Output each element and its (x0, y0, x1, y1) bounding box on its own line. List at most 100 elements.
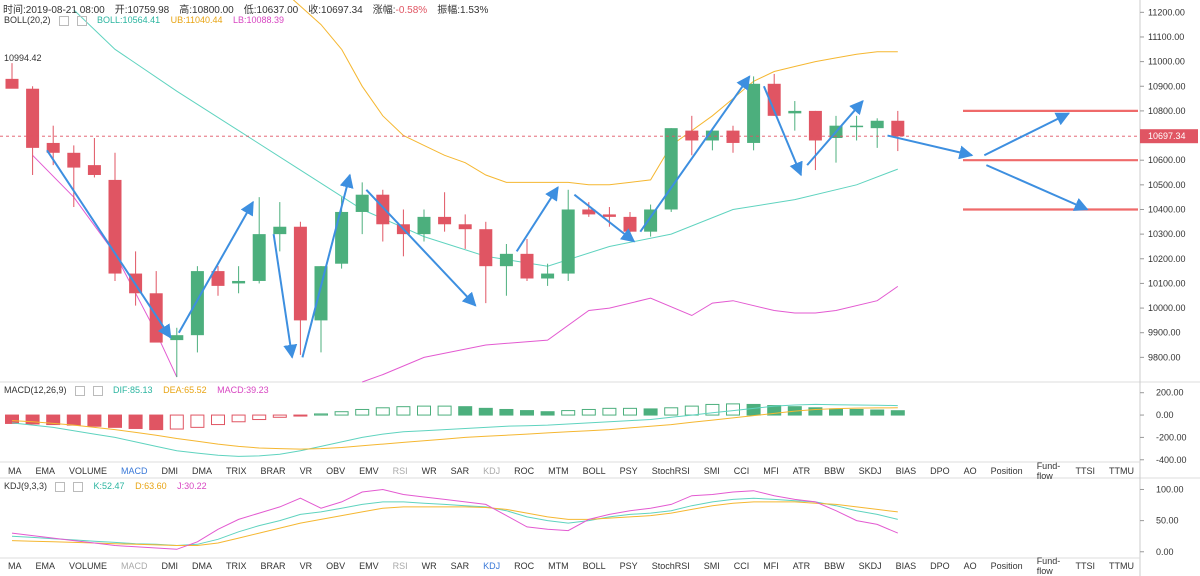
indicator-tab-ma[interactable]: MA (8, 466, 22, 476)
indicator-tab-stochrsi[interactable]: StochRSI (652, 466, 690, 476)
kdj-d-value: D:63.60 (135, 481, 167, 491)
indicator-tab-roc[interactable]: ROC (514, 561, 534, 571)
indicator-tab-macd[interactable]: MACD (121, 466, 148, 476)
trend-arrow (985, 164, 1089, 211)
indicator-tab-emv[interactable]: EMV (359, 466, 379, 476)
indicator-tab-wr[interactable]: WR (422, 561, 437, 571)
indicator-tab-rsi[interactable]: RSI (393, 466, 408, 476)
macd-tick-label: 200.00 (1156, 388, 1184, 398)
indicator-tab-fund-flow[interactable]: Fund-flow (1037, 556, 1062, 576)
indicator-tab-position[interactable]: Position (991, 466, 1023, 476)
indicator-tab-atr[interactable]: ATR (793, 561, 810, 571)
indicator-tab-boll[interactable]: BOLL (583, 466, 606, 476)
indicator-tab-kdj[interactable]: KDJ (483, 466, 500, 476)
indicator-tab-sar[interactable]: SAR (451, 466, 470, 476)
close-icon[interactable] (76, 15, 87, 26)
indicator-tab-sar[interactable]: SAR (451, 561, 470, 571)
indicator-tab-rsi[interactable]: RSI (393, 561, 408, 571)
indicator-tab-roc[interactable]: ROC (514, 466, 534, 476)
indicator-tab-dpo[interactable]: DPO (930, 561, 950, 571)
indicator-tab-smi[interactable]: SMI (704, 466, 720, 476)
indicator-tab-ttmu[interactable]: TTMU (1109, 466, 1134, 476)
price-tick-label: 11200.00 (1148, 7, 1185, 17)
indicator-tab-macd[interactable]: MACD (121, 561, 148, 571)
close-icon[interactable] (92, 385, 103, 396)
macd-bar (334, 411, 349, 416)
settings-icon[interactable] (58, 15, 69, 26)
indicator-tab-dmi[interactable]: DMI (162, 561, 179, 571)
close-icon[interactable] (73, 481, 84, 492)
indicator-tab-obv[interactable]: OBV (326, 466, 345, 476)
indicator-tab-mtm[interactable]: MTM (548, 466, 569, 476)
indicator-tab-ao[interactable]: AO (964, 466, 977, 476)
macd-bar (25, 414, 40, 425)
price-tick-label: 9800.00 (1148, 352, 1181, 362)
macd-bar (252, 414, 267, 421)
indicator-tab-ema[interactable]: EMA (36, 561, 56, 571)
indicator-tab-stochrsi[interactable]: StochRSI (652, 561, 690, 571)
indicator-tab-vr[interactable]: VR (300, 561, 313, 571)
indicator-tab-psy[interactable]: PSY (620, 466, 638, 476)
indicator-tab-volume[interactable]: VOLUME (69, 561, 107, 571)
indicator-tab-emv[interactable]: EMV (359, 561, 379, 571)
indicator-tab-boll[interactable]: BOLL (583, 561, 606, 571)
indicator-tab-brar[interactable]: BRAR (261, 466, 286, 476)
indicator-tab-smi[interactable]: SMI (704, 561, 720, 571)
indicator-tab-volume[interactable]: VOLUME (69, 466, 107, 476)
indicator-tab-dmi[interactable]: DMI (162, 466, 179, 476)
macd-bar (396, 406, 411, 416)
indicator-tab-bbw[interactable]: BBW (824, 561, 845, 571)
indicator-tab-dma[interactable]: DMA (192, 561, 212, 571)
macd-bar (602, 407, 617, 416)
indicator-tab-mfi[interactable]: MFI (763, 561, 779, 571)
indicator-tab-bbw[interactable]: BBW (824, 466, 845, 476)
candle-body (293, 226, 307, 321)
settings-icon[interactable] (74, 385, 85, 396)
indicator-tab-bias[interactable]: BIAS (896, 561, 917, 571)
indicator-tab-psy[interactable]: PSY (620, 561, 638, 571)
indicator-tab-ttmu[interactable]: TTMU (1109, 561, 1134, 571)
indicator-tab-position[interactable]: Position (991, 561, 1023, 571)
candle-body (726, 130, 740, 143)
candle-body (355, 194, 369, 212)
indicator-tab-fund-flow[interactable]: Fund-flow (1037, 461, 1062, 481)
kdj-k-line (11, 497, 898, 547)
indicator-tab-wr[interactable]: WR (422, 466, 437, 476)
indicator-tab-ma[interactable]: MA (8, 561, 22, 571)
indicator-tabs-sub: MA EMA VOLUME MACD DMI DMA TRIX BRAR VR OBV EMV RSI… (0, 556, 1148, 576)
indicator-tab-bias[interactable]: BIAS (896, 466, 917, 476)
ohlc-header: 时间:2019-08-21 08:00 开:10759.98 高:10800.00 低… (3, 1, 498, 16)
indicator-tab-mtm[interactable]: MTM (548, 561, 569, 571)
indicator-tab-trix[interactable]: TRIX (226, 466, 247, 476)
indicator-tab-dma[interactable]: DMA (192, 466, 212, 476)
indicator-tab-atr[interactable]: ATR (793, 466, 810, 476)
indicator-tab-vr[interactable]: VR (300, 466, 313, 476)
indicator-tab-ema[interactable]: EMA (36, 466, 56, 476)
price-tick-label: 10800.00 (1148, 106, 1186, 116)
indicator-tab-skdj[interactable]: SKDJ (859, 561, 882, 571)
macd-dif-value: DIF:85.13 (113, 385, 153, 395)
candle-body (623, 216, 637, 232)
indicator-tab-kdj[interactable]: KDJ (483, 561, 500, 571)
indicator-tab-trix[interactable]: TRIX (226, 561, 247, 571)
indicator-tab-obv[interactable]: OBV (326, 561, 345, 571)
indicator-tab-ttsi[interactable]: TTSI (1076, 561, 1096, 571)
macd-bar (149, 414, 164, 431)
indicator-tab-brar[interactable]: BRAR (261, 561, 286, 571)
indicator-tab-cci[interactable]: CCI (734, 561, 750, 571)
macd-bar (108, 414, 122, 428)
macd-dif-line (11, 403, 898, 457)
macd-bar (375, 407, 390, 416)
indicator-tab-ttsi[interactable]: TTSI (1076, 466, 1096, 476)
settings-icon[interactable] (55, 481, 66, 492)
macd-dea-value: DEA:65.52 (163, 385, 207, 395)
candle-body (252, 234, 266, 281)
macd-bar (128, 414, 143, 429)
indicator-tab-ao[interactable]: AO (964, 561, 977, 571)
indicator-tab-cci[interactable]: CCI (734, 466, 750, 476)
macd-bar (293, 414, 308, 417)
indicator-tab-skdj[interactable]: SKDJ (859, 466, 882, 476)
macd-bar (561, 410, 576, 416)
indicator-tab-mfi[interactable]: MFI (763, 466, 779, 476)
indicator-tab-dpo[interactable]: DPO (930, 466, 950, 476)
